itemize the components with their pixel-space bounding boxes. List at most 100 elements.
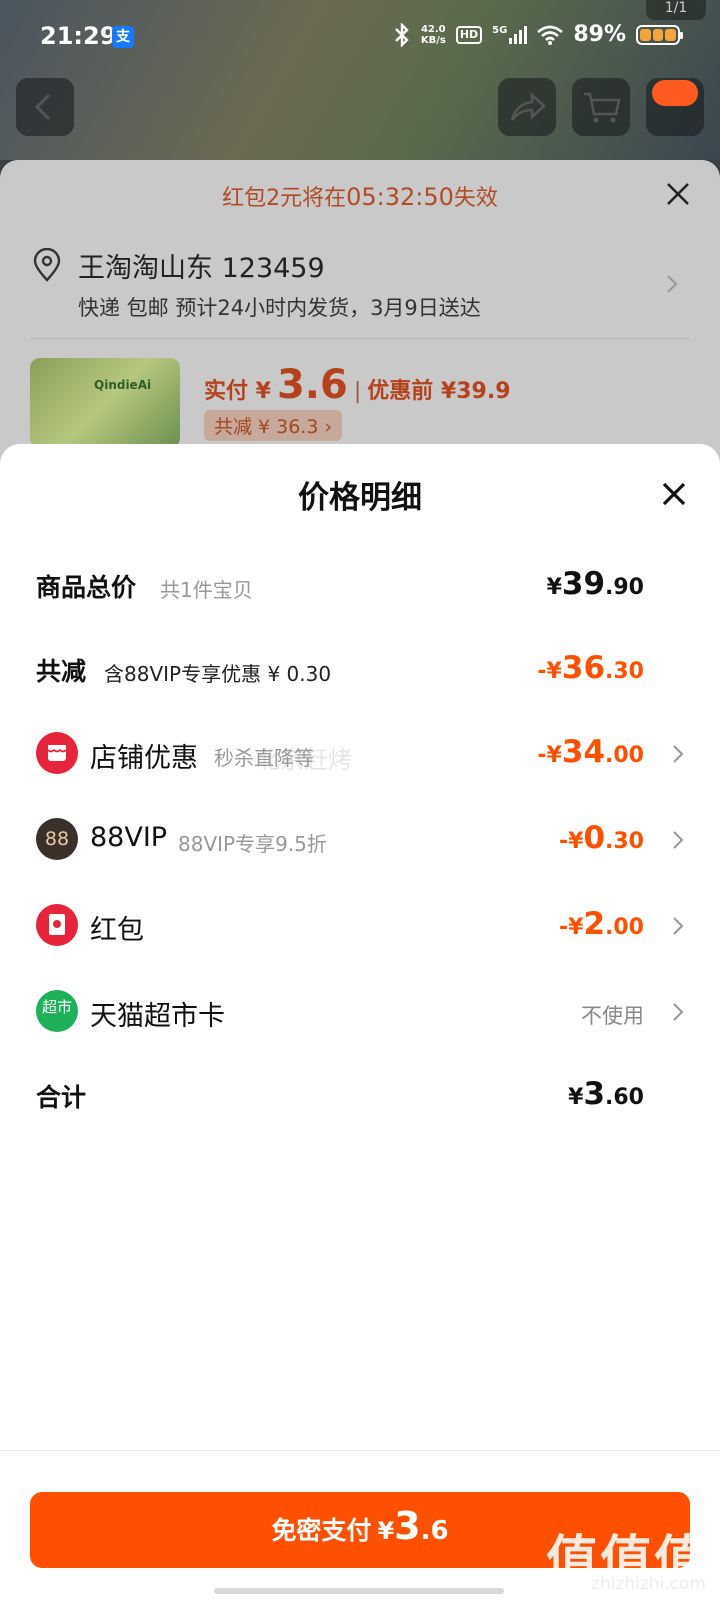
battery-percent: 89% [573,22,626,47]
bluetooth-icon [394,22,409,47]
goods-total-amount: ¥39.90 [547,566,644,602]
amount-decimal: .00 [605,915,644,940]
share-button[interactable] [498,78,556,136]
currency-symbol: ¥ [568,1085,584,1110]
amount-decimal: .00 [605,743,644,768]
expire-suffix: 失效 [453,186,498,211]
red-packet-icon [36,904,78,946]
address-name[interactable]: 王淘淘山东 123459 [78,246,325,285]
amount-decimal: .30 [605,829,644,854]
row-tmall-supermarket-card[interactable]: 超市 天猫超市卡 不使用 [0,982,720,1042]
currency-symbol: -¥ [537,659,562,684]
shop-discount-label: 店铺优惠 [90,743,198,774]
sum-label: 合计 [36,1083,87,1112]
currency-symbol: -¥ [537,743,562,768]
vip-sub: 88VIP专享9.5折 [178,832,327,856]
share-icon [510,92,546,121]
location-pin-icon [33,248,61,282]
red-packet-expire-notice: 红包2元将在05:32:50失效 [0,180,720,212]
status-bar: 21:29 支 42.0 KB/s HD 5G 89% [0,0,720,76]
vip-included-note: 含88VIP专享优惠 ¥ 0.30 [104,662,332,686]
price-detail-sheet: 价格明细 商品总价 共1件宝贝 ¥39.90 共减 含88VIP专享优惠 ¥ 0… [0,444,720,1600]
pay-price-line: 实付 ¥ 3.6 | 优惠前 ¥39.9 [204,362,511,408]
battery-icon [636,24,683,45]
row-goods-total: 商品总价 共1件宝贝 ¥39.90 [0,556,720,616]
expire-prefix: 红包2元将在 [222,186,347,211]
sheet-title: 价格明细 [298,480,422,516]
amount-integer: 39 [561,566,606,602]
original-price: 优惠前 ¥39.9 [367,379,511,404]
cellular-signal-icon: 5G [492,24,528,44]
total-reduce-label: 共减 [36,657,87,686]
shop-icon [36,732,78,774]
goods-total-label: 商品总价 [36,573,137,602]
tmall-card-value: 不使用 [581,1004,644,1028]
pay-label: 实付 ¥ [204,379,271,404]
hd-icon: HD [455,25,483,44]
close-icon[interactable] [660,480,688,508]
red-packet-amount: -¥ 2.00 [559,906,644,942]
amount-decimal: .90 [605,575,644,600]
product-thumbnail: QindieAi [30,358,180,448]
order-close-icon[interactable] [660,176,696,212]
network-type: 5G [492,24,508,36]
chevron-right-icon [673,1003,684,1021]
vip-discount-amount: -¥ 0.30 [559,820,644,856]
row-red-packet[interactable]: 红包 -¥ 2.00 [0,896,720,956]
overlay-text: 北京赶烤 [256,746,352,774]
cart-button[interactable] [572,78,630,136]
cart-icon [584,92,621,123]
total-reduce-amount: -¥ 36.30 [537,650,644,686]
vip-label: 88VIP [90,822,168,853]
divider [30,338,690,339]
back-button[interactable] [16,78,74,136]
amount-decimal: .6 [420,1516,449,1546]
vip-88-icon: 88 [36,818,78,860]
red-packet-label: 红包 [90,915,144,946]
total-reduce-chip[interactable]: 共减 ¥ 36.3 › [204,410,343,441]
chevron-left-icon [34,93,51,121]
home-indicator[interactable] [214,1588,504,1594]
wifi-icon [537,25,564,45]
status-time: 21:29 [40,22,117,50]
amount-integer: 36 [561,650,606,686]
amount-decimal: .60 [605,1085,644,1110]
row-88vip[interactable]: 88 88VIP 88VIP专享9.5折 -¥ 0.30 [0,810,720,870]
chevron-right-icon [673,831,684,849]
currency-symbol: ¥ [546,575,562,600]
tmall-card-label: 天猫超市卡 [90,1001,225,1032]
shop-discount-amount: -¥ 34.00 [537,734,644,770]
price-separator: | [353,379,362,404]
product-brand-text: QindieAi [94,378,152,392]
more-menu-button[interactable] [646,78,704,136]
amount-integer: 3 [394,1504,421,1548]
shipping-info: 快递 包邮 预计24小时内发货，3月9日送达 [78,296,481,320]
tmall-supermarket-icon: 超市 [36,990,78,1032]
tmall-icon-text: 超市 [41,998,72,1016]
currency-symbol: -¥ [558,915,584,940]
network-speed-value: 42.0 [420,23,446,35]
divider [0,1450,720,1451]
expire-timer: 05:32:50 [346,183,454,211]
chevron-right-icon [673,917,684,935]
pay-amount: 3.6 [276,362,348,408]
chevron-right-icon [673,745,684,763]
amount-integer: 3 [583,1076,606,1112]
row-sum: 合计 ¥3.60 [0,1066,720,1126]
network-speed-unit: KB/s [420,34,446,46]
amount-integer: 2 [583,906,606,942]
chevron-right-icon[interactable] [664,272,680,296]
goods-count: 共1件宝贝 [160,578,253,602]
row-shop-discount[interactable]: 店铺优惠 秒杀直降等 -¥ 34.00 [0,724,720,784]
network-speed: 42.0 KB/s [421,24,446,46]
currency-symbol: ¥ [377,1517,395,1545]
sum-amount: ¥3.60 [568,1076,644,1112]
alipay-icon: 支 [112,26,134,48]
amount-integer: 0 [583,820,606,856]
site-watermark-url: zhizhizhi.com [591,1574,706,1594]
amount-decimal: .30 [605,659,644,684]
pay-button-label: 免密支付 [271,1516,372,1545]
row-total-reduce: 共减 含88VIP专享优惠 ¥ 0.30 -¥ 36.30 [0,640,720,700]
amount-integer: 34 [561,734,606,770]
more-dots-icon [652,80,698,106]
